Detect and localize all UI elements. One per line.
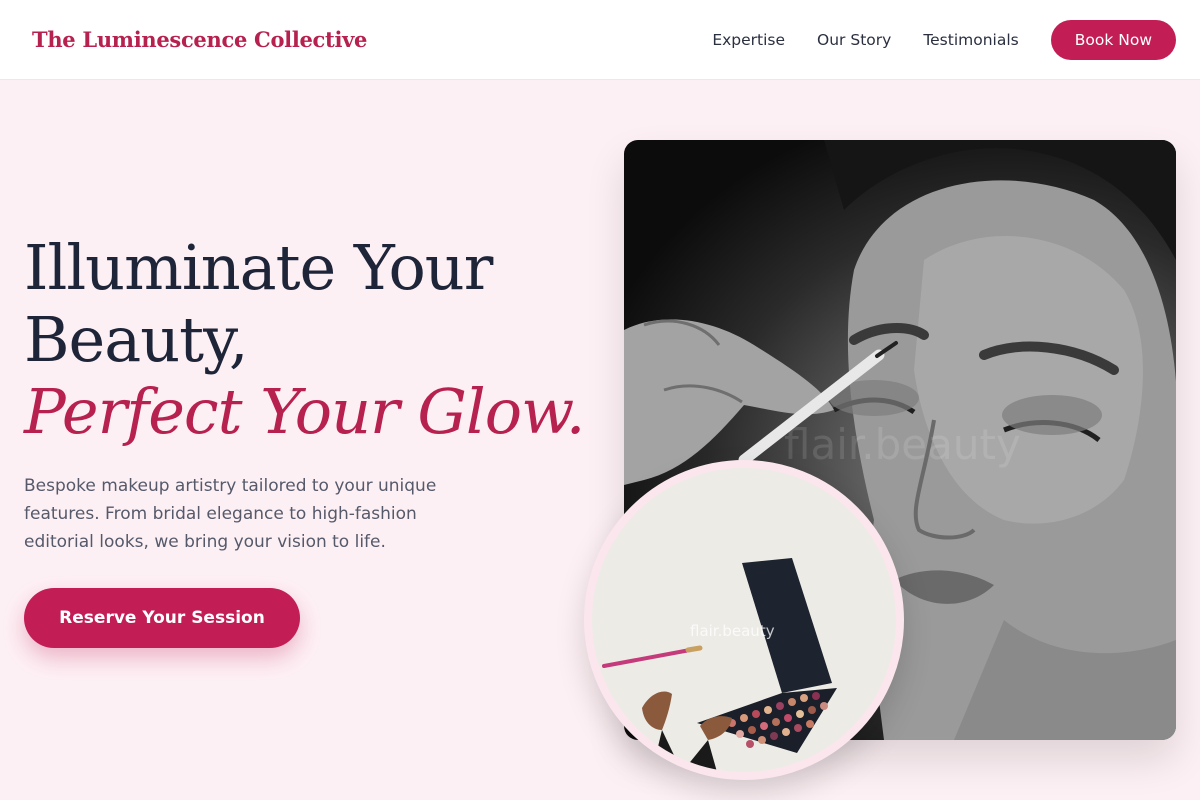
site-header: The Luminescence Collective Expertise Ou… [0, 0, 1200, 80]
nav-link-our-story[interactable]: Our Story [817, 31, 891, 49]
hero-headline: Illuminate Your Beauty, Perfect Your Glo… [24, 232, 585, 448]
book-now-button[interactable]: Book Now [1050, 19, 1176, 60]
headline-line-2: Beauty, [24, 303, 249, 376]
headline-accent: Perfect Your Glow. [24, 375, 585, 448]
reserve-session-button[interactable]: Reserve Your Session [24, 588, 300, 648]
hero-subtitle: Bespoke makeup artistry tailored to your… [24, 476, 437, 552]
main-image-watermark: flair.beauty [784, 420, 1021, 469]
main-nav: Expertise Our Story Testimonials Book No… [712, 19, 1176, 60]
circle-image-watermark: flair.beauty [690, 622, 775, 640]
headline-line-1: Illuminate Your [24, 231, 493, 304]
nav-link-testimonials[interactable]: Testimonials [923, 31, 1018, 49]
nav-link-expertise[interactable]: Expertise [712, 31, 785, 49]
site-logo[interactable]: The Luminescence Collective [32, 27, 367, 52]
palette-illustration [602, 558, 837, 772]
eyeshadow-palette-photo: flair.beauty [584, 460, 904, 780]
